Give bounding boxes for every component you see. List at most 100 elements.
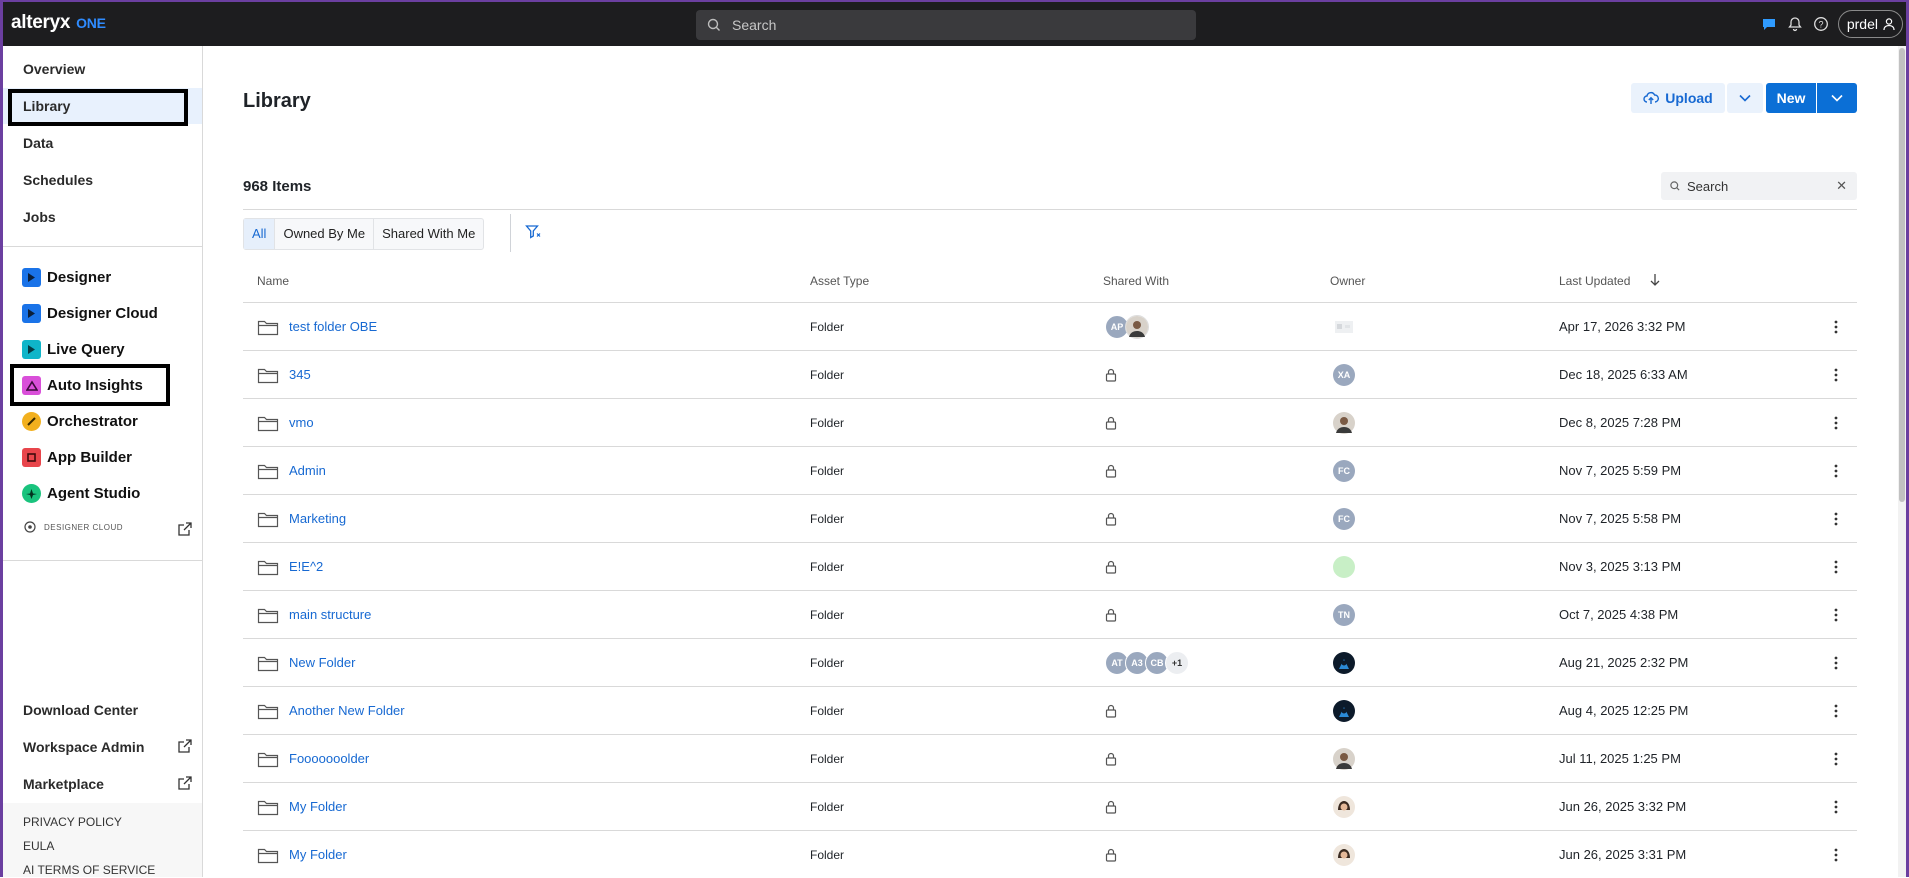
- column-owner[interactable]: Owner: [1330, 274, 1365, 288]
- row-actions[interactable]: [1829, 687, 1843, 734]
- app-agent-studio[interactable]: Agent Studio: [22, 484, 140, 503]
- sidebar-item-jobs[interactable]: Jobs: [23, 207, 56, 227]
- column-last-updated[interactable]: Last Updated: [1559, 274, 1630, 288]
- folder-name-link[interactable]: test folder OBE: [289, 319, 377, 334]
- page-title: Library: [243, 90, 311, 112]
- row-actions[interactable]: [1829, 735, 1843, 782]
- table-row[interactable]: 345 Folder XA Dec 18, 2025 6:33 AM: [243, 350, 1857, 398]
- chevron-down-icon: [1831, 94, 1843, 102]
- global-search-input[interactable]: Search: [696, 10, 1196, 40]
- folder-name-link[interactable]: Another New Folder: [289, 703, 405, 718]
- sort-descending-icon[interactable]: [1649, 273, 1661, 287]
- name-cell: vmo: [243, 399, 314, 446]
- sidebar-item-workspace-admin[interactable]: Workspace Admin: [23, 737, 144, 757]
- table-row[interactable]: Another New Folder Folder Aug 4, 2025 12:2…: [243, 686, 1857, 734]
- row-actions[interactable]: [1829, 495, 1843, 542]
- app-app-builder[interactable]: App Builder: [22, 448, 132, 467]
- folder-name-link[interactable]: vmo: [289, 415, 314, 430]
- more-options-icon[interactable]: [1834, 608, 1838, 622]
- more-options-icon[interactable]: [1834, 656, 1838, 670]
- help-icon[interactable]: ?: [1812, 15, 1830, 33]
- table-row[interactable]: Admin Folder FC Nov 7, 2025 5:59 PM: [243, 446, 1857, 494]
- more-options-icon[interactable]: [1834, 512, 1838, 526]
- sidebar-item-schedules[interactable]: Schedules: [23, 170, 93, 190]
- tab-all[interactable]: All: [244, 219, 275, 249]
- chat-icon[interactable]: [1760, 15, 1778, 33]
- column-shared-with[interactable]: Shared With: [1103, 274, 1169, 288]
- more-options-icon[interactable]: [1834, 800, 1838, 814]
- app-designer[interactable]: Designer: [22, 268, 111, 287]
- row-actions[interactable]: [1829, 831, 1843, 878]
- external-link-icon[interactable]: [178, 776, 192, 790]
- external-link-icon[interactable]: [178, 522, 192, 536]
- sidebar-item-overview[interactable]: Overview: [23, 59, 85, 79]
- filter-icon[interactable]: [525, 224, 541, 240]
- more-options-icon[interactable]: [1834, 704, 1838, 718]
- tab-shared-with-me[interactable]: Shared With Me: [373, 219, 483, 249]
- app-logo[interactable]: alteryx ONE: [11, 12, 106, 34]
- row-actions[interactable]: [1829, 303, 1843, 350]
- last-updated-cell: Oct 7, 2025 4:38 PM: [1559, 591, 1678, 638]
- last-updated-text: Oct 7, 2025 4:38 PM: [1559, 607, 1679, 622]
- sidebar-item-download-center[interactable]: Download Center: [23, 700, 138, 720]
- app-live-query[interactable]: Live Query: [22, 340, 125, 359]
- row-actions[interactable]: [1829, 543, 1843, 590]
- row-actions[interactable]: [1829, 351, 1843, 398]
- row-actions[interactable]: [1829, 783, 1843, 830]
- column-name[interactable]: Name: [257, 274, 289, 288]
- clear-search-icon[interactable]: ✕: [1836, 178, 1847, 194]
- table-row[interactable]: Marketing Folder FC Nov 7, 2025 5:58 PM: [243, 494, 1857, 542]
- folder-name-link[interactable]: Marketing: [289, 511, 346, 526]
- table-row[interactable]: My Folder Folder Jun 26, 2025 3:32 PM: [243, 782, 1857, 830]
- new-button[interactable]: New: [1766, 83, 1816, 113]
- more-options-icon[interactable]: [1834, 416, 1838, 430]
- folder-name-link[interactable]: E!E^2: [289, 559, 323, 574]
- ai-terms-link[interactable]: AI TERMS OF SERVICE: [23, 863, 155, 877]
- page-scrollbar[interactable]: [1898, 46, 1906, 877]
- folder-icon: [257, 320, 279, 335]
- table-row[interactable]: test folder OBE Folder AP Apr 17, 2026 3:32…: [243, 302, 1857, 350]
- folder-name-link[interactable]: My Folder: [289, 799, 347, 814]
- app-designer-cloud[interactable]: Designer Cloud: [22, 304, 158, 323]
- table-row[interactable]: E!E^2 Folder Nov 3, 2025 3:13 PM: [243, 542, 1857, 590]
- name-cell: Another New Folder: [243, 687, 405, 734]
- app-orchestrator[interactable]: Orchestrator: [22, 412, 138, 431]
- table-row[interactable]: New Folder Folder AT A3 CB +1 Aug 21, 2025 2:3…: [243, 638, 1857, 686]
- bell-icon[interactable]: [1786, 15, 1804, 33]
- library-search-input[interactable]: Search ✕: [1661, 172, 1857, 200]
- folder-name-link[interactable]: New Folder: [289, 655, 355, 670]
- upload-button[interactable]: Upload: [1631, 83, 1725, 113]
- sidebar-item-marketplace[interactable]: Marketplace: [23, 774, 104, 794]
- column-asset-type[interactable]: Asset Type: [810, 274, 869, 288]
- tab-owned-by-me[interactable]: Owned By Me: [274, 219, 373, 249]
- row-actions[interactable]: [1829, 447, 1843, 494]
- folder-name-link[interactable]: Admin: [289, 463, 326, 478]
- upload-dropdown-button[interactable]: [1727, 83, 1763, 113]
- privacy-policy-link[interactable]: PRIVACY POLICY: [23, 815, 122, 829]
- sidebar-item-data[interactable]: Data: [23, 133, 53, 153]
- more-options-icon[interactable]: [1834, 464, 1838, 478]
- row-actions[interactable]: [1829, 591, 1843, 638]
- table-row[interactable]: My Folder Folder Jun 26, 2025 3:31 PM: [243, 830, 1857, 878]
- table-row[interactable]: main structure Folder TN Oct 7, 2025 4:38 P…: [243, 590, 1857, 638]
- row-actions[interactable]: [1829, 399, 1843, 446]
- folder-name-link[interactable]: My Folder: [289, 847, 347, 862]
- more-options-icon[interactable]: [1834, 560, 1838, 574]
- more-options-icon[interactable]: [1834, 320, 1838, 334]
- more-options-icon[interactable]: [1834, 368, 1838, 382]
- more-options-icon[interactable]: [1834, 752, 1838, 766]
- table-row[interactable]: Fooooooolder Folder Jul 11, 2025 1:25 PM: [243, 734, 1857, 782]
- user-menu-button[interactable]: prdel: [1837, 10, 1903, 38]
- row-actions[interactable]: [1829, 639, 1843, 686]
- scrollbar-thumb[interactable]: [1899, 48, 1905, 502]
- folder-name-link[interactable]: main structure: [289, 607, 371, 622]
- more-options-icon[interactable]: [1834, 848, 1838, 862]
- new-dropdown-button[interactable]: [1817, 83, 1857, 113]
- table-row[interactable]: vmo Folder Dec 8, 2025 7:28 PM: [243, 398, 1857, 446]
- eula-link[interactable]: EULA: [23, 839, 54, 853]
- folder-name-link[interactable]: Fooooooolder: [289, 751, 369, 766]
- external-link-icon[interactable]: [178, 739, 192, 753]
- app-label: Designer: [47, 269, 112, 286]
- folder-name-link[interactable]: 345: [289, 367, 311, 382]
- designer-cloud-logo-link[interactable]: DESIGNER CLOUD: [22, 520, 123, 534]
